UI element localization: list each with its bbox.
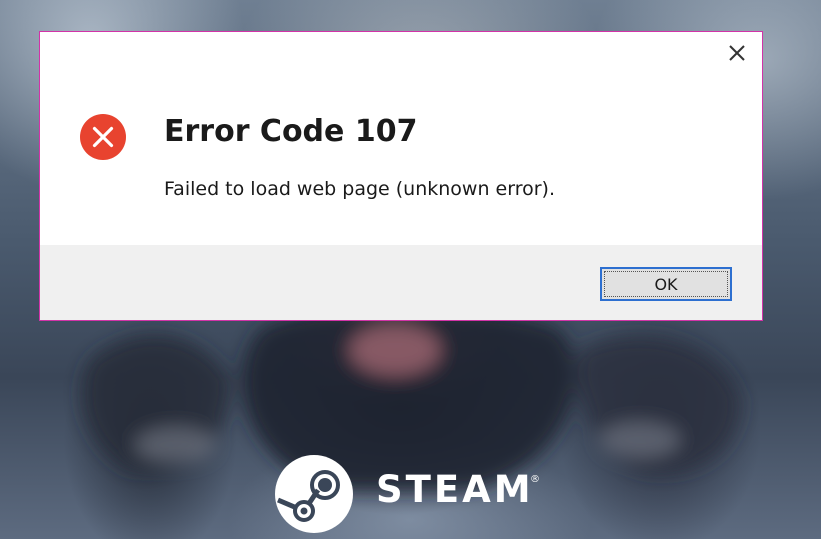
error-dialog: Error Code 107 Failed to load web page (… <box>39 31 763 321</box>
close-button[interactable] <box>724 40 750 66</box>
close-icon <box>729 45 745 61</box>
ok-button[interactable]: OK <box>600 267 732 301</box>
error-icon <box>80 114 126 160</box>
steam-logo-icon <box>275 455 353 533</box>
dialog-title: Error Code 107 <box>164 114 418 149</box>
registered-mark: ® <box>530 474 540 485</box>
dialog-message: Failed to load web page (unknown error). <box>164 178 555 200</box>
ok-button-label: OK <box>654 274 678 294</box>
steam-wordmark: STEAM <box>376 468 534 511</box>
